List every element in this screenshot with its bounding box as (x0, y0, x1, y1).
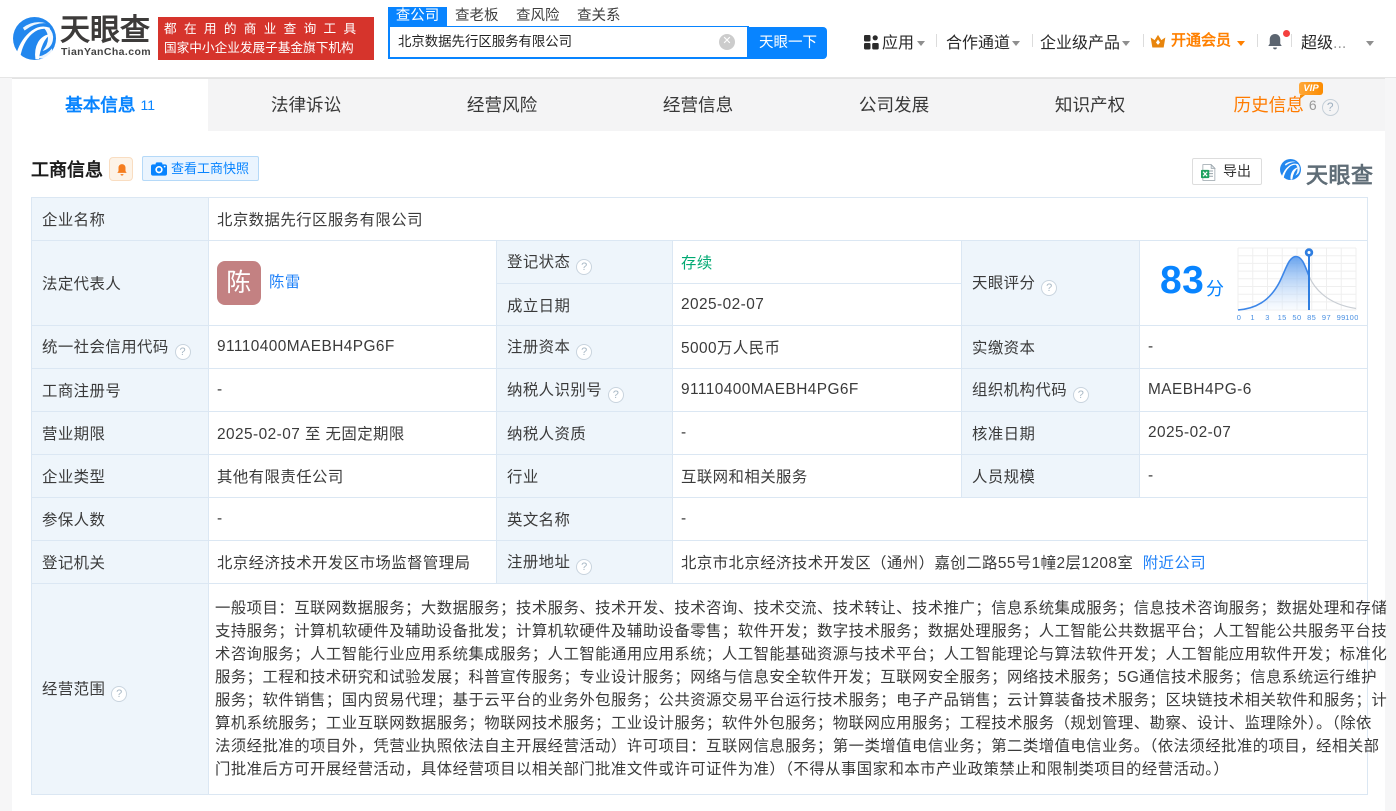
svg-text:85: 85 (1307, 313, 1316, 322)
svg-text:15: 15 (1278, 313, 1287, 322)
svg-text:97: 97 (1322, 313, 1331, 322)
svg-text:100: 100 (1345, 313, 1358, 322)
svg-text:3: 3 (1265, 313, 1270, 322)
svg-text:0: 0 (1237, 313, 1242, 322)
svg-text:50: 50 (1292, 313, 1301, 322)
svg-text:1: 1 (1250, 313, 1255, 322)
